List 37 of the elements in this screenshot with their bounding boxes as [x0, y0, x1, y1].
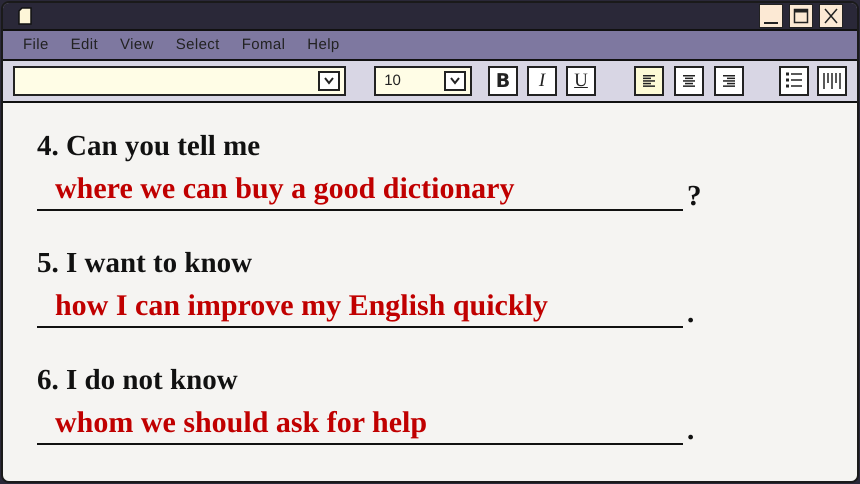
menu-item[interactable]: View: [120, 34, 154, 56]
document-icon: [17, 7, 33, 25]
font-field[interactable]: [13, 66, 346, 96]
font-size-field[interactable]: 10: [374, 66, 472, 96]
align-left-icon: [641, 73, 657, 89]
maximize-icon: [793, 8, 809, 24]
punctuation: .: [687, 298, 694, 328]
punctuation: .: [687, 415, 694, 445]
maximize-button[interactable]: [789, 4, 813, 28]
underline-button[interactable]: U: [566, 66, 596, 96]
align-left-button[interactable]: [634, 66, 664, 96]
menu-item[interactable]: Select: [176, 34, 220, 56]
align-center-button[interactable]: [674, 66, 704, 96]
columns-icon: [822, 71, 842, 91]
italic-button[interactable]: I: [527, 66, 557, 96]
columns-button[interactable]: [817, 66, 847, 96]
question-prompt: 4. Can you tell me: [37, 129, 262, 163]
close-button[interactable]: [819, 4, 843, 28]
answer-text: whom we should ask for help: [55, 406, 428, 439]
menu-item[interactable]: File: [23, 34, 49, 56]
close-icon: [823, 8, 839, 24]
menu-item[interactable]: Edit: [70, 34, 98, 56]
bold-button[interactable]: B: [488, 66, 518, 96]
font-size-value: 10: [384, 70, 401, 91]
align-center-icon: [681, 73, 697, 89]
question-prompt: 5. I want to know: [37, 246, 254, 280]
menu-item[interactable]: Help: [307, 34, 340, 56]
bullets-button[interactable]: [779, 66, 809, 96]
minimize-icon: [764, 22, 778, 24]
align-right-icon: [721, 73, 737, 89]
question-prompt: 6. I do not know: [37, 363, 239, 397]
minimize-button[interactable]: [759, 4, 783, 28]
answer-text: how I can improve my English quickly: [55, 289, 548, 322]
answer-text: where we can buy a good dictionary: [55, 172, 514, 205]
punctuation: ?: [687, 181, 702, 211]
align-right-button[interactable]: [714, 66, 744, 96]
menu-item[interactable]: Fomal: [242, 34, 286, 56]
